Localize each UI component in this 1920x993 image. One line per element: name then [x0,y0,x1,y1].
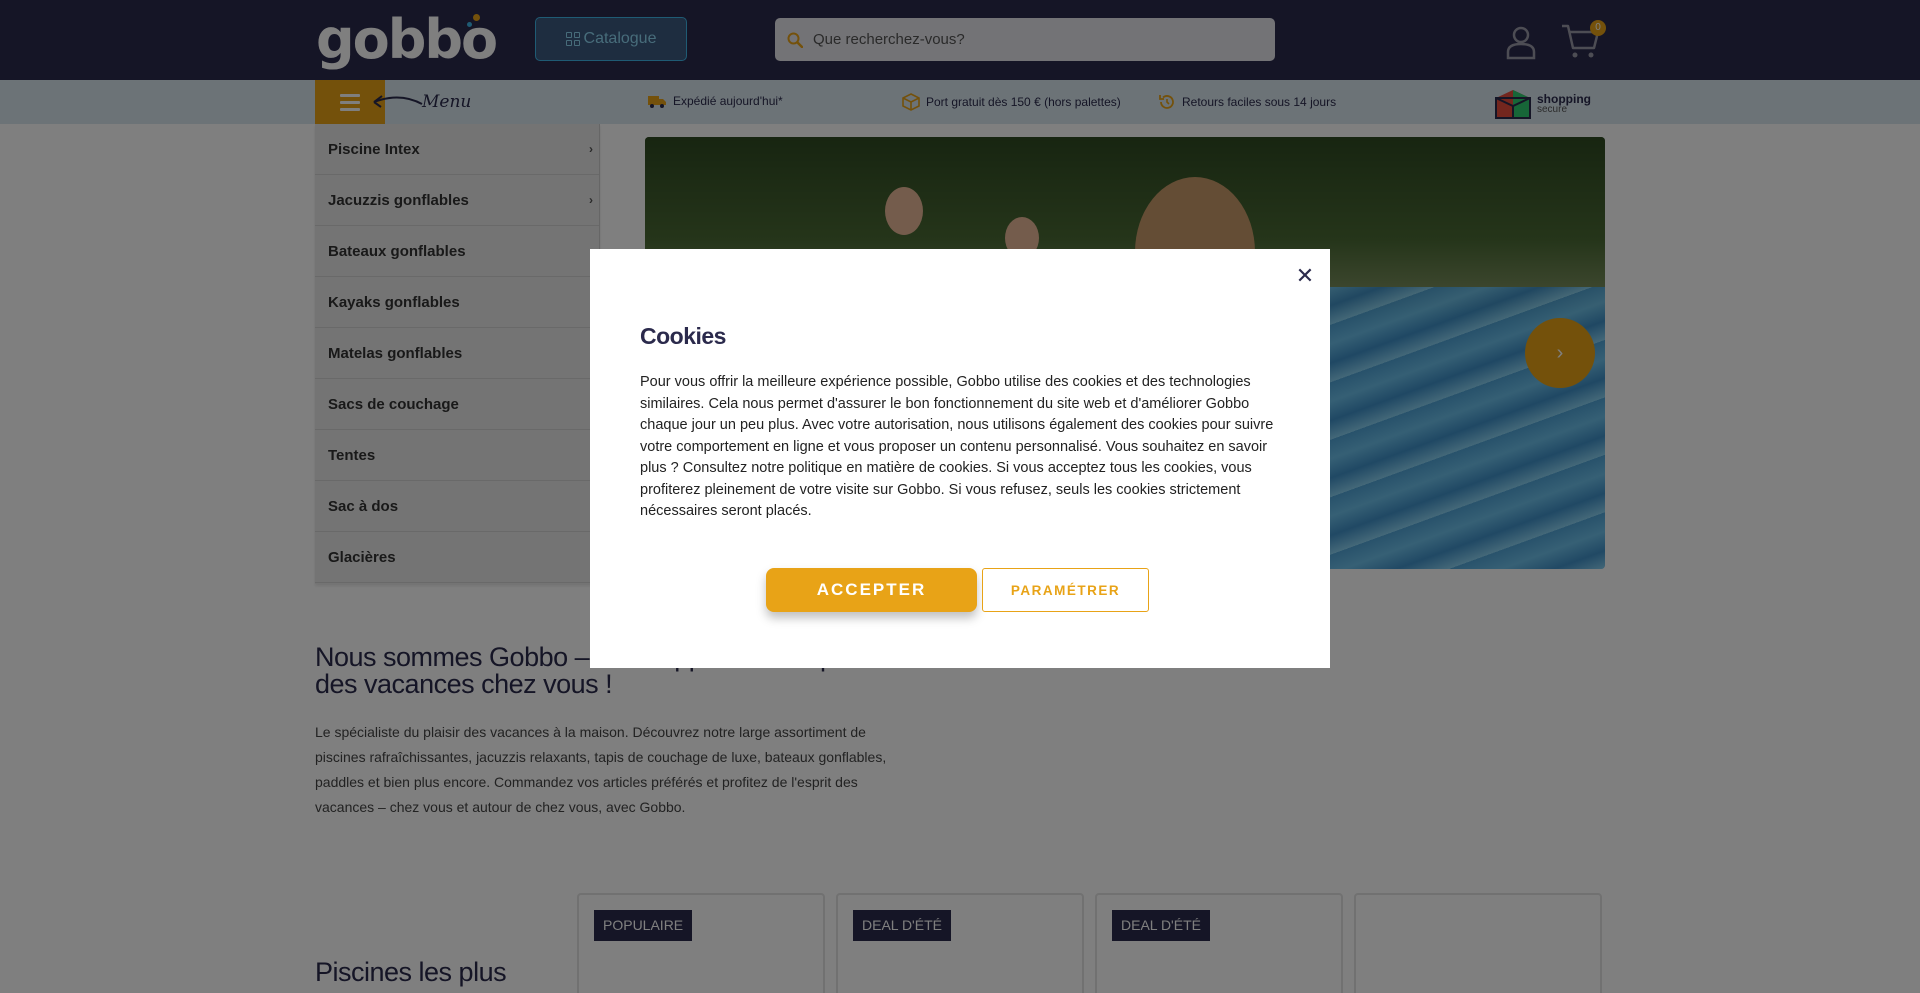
cookie-modal-text: Pour vous offrir la meilleure expérience… [640,374,1274,519]
accept-cookies-button[interactable]: ACCEPTER [766,568,977,612]
cookie-modal: ✕ Cookies Pour vous offrir la meilleure … [590,249,1330,668]
cookie-modal-title: Cookies [640,323,726,349]
close-icon[interactable]: ✕ [1293,264,1317,288]
cookie-settings-button[interactable]: PARAMÉTRER [982,568,1149,612]
